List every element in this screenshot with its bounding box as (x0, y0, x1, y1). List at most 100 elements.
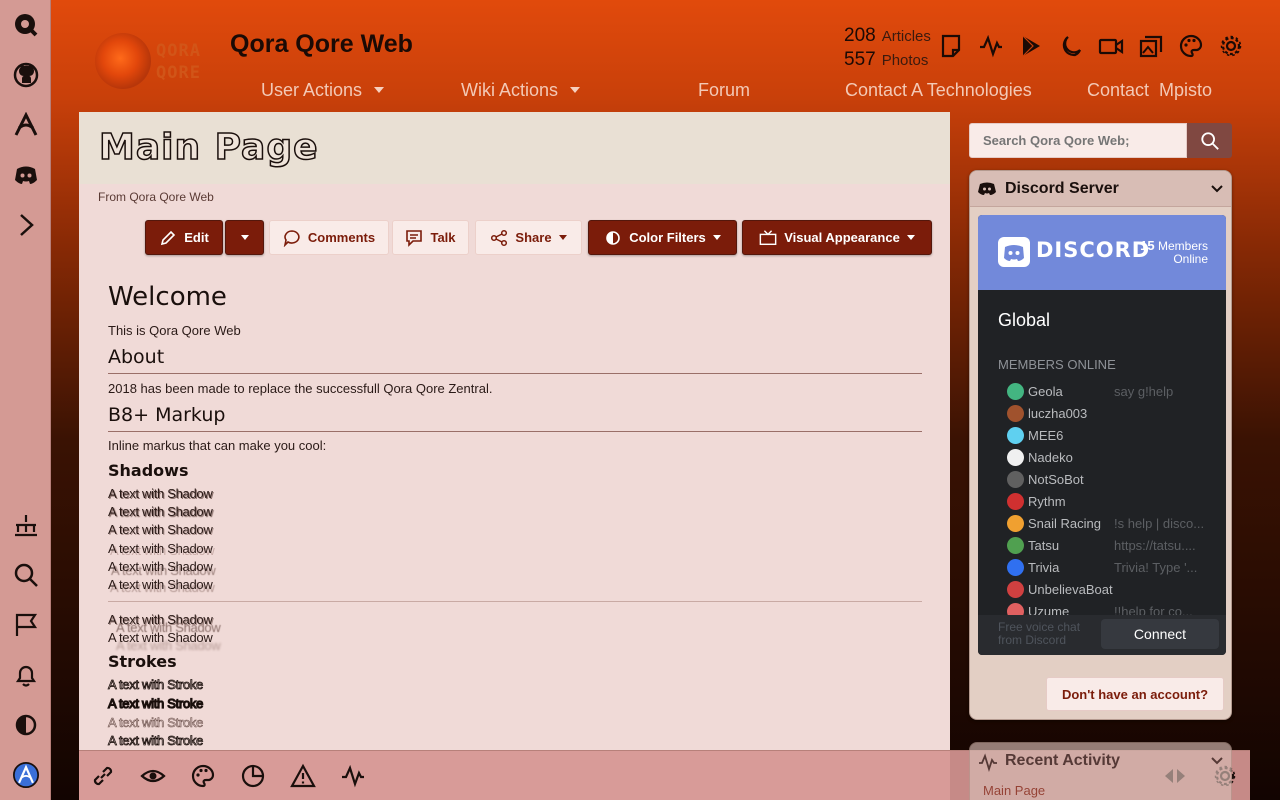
gear-icon[interactable] (1215, 30, 1247, 62)
stroke-sample: A text with Stroke (107, 695, 204, 711)
bell-icon[interactable] (0, 655, 51, 695)
nav-contact-mpisto[interactable]: Contact Mpisto (1087, 78, 1212, 102)
main-content: Main Page From Qora Qore Web Edit Commen… (79, 112, 950, 800)
activity-icon (979, 753, 997, 772)
arc-icon[interactable] (0, 105, 51, 145)
talk-button[interactable]: Talk (392, 220, 469, 255)
shadow-sample: A text with Shadow (108, 522, 213, 537)
member-avatar (1007, 580, 1024, 598)
member-row[interactable]: luczha003 (1007, 402, 1212, 424)
discord-widget: DISCORD 15 Members Online Global MEMBERS … (978, 215, 1226, 655)
member-row[interactable]: Geola say g!help (1007, 380, 1212, 402)
member-avatar (1007, 382, 1024, 400)
discord-logo-icon (998, 237, 1030, 267)
search-input[interactable] (969, 123, 1187, 158)
site-title[interactable]: Qora Qore Web (230, 30, 413, 59)
member-avatar (1007, 448, 1024, 466)
flag-icon[interactable] (0, 605, 51, 645)
member-row[interactable]: Tatsu https://tatsu.... (1007, 534, 1212, 556)
member-name: luczha003 (1028, 405, 1088, 421)
caret-down-icon (558, 235, 567, 240)
palette-icon[interactable] (1175, 30, 1207, 62)
member-status: say g!help (1114, 383, 1174, 399)
nav-label: Contact A Technologies (845, 79, 1032, 100)
create-account-button[interactable]: Don't have an account? (1046, 677, 1224, 711)
eye-icon[interactable] (140, 763, 166, 789)
member-status: Trivia! Type '... (1114, 559, 1198, 575)
comment-icon (283, 229, 300, 247)
nav-user-actions[interactable]: User Actions (261, 78, 385, 102)
member-avatar (1007, 536, 1024, 554)
github-icon[interactable] (0, 55, 51, 95)
shadow-sample: A text with Shadow (108, 630, 213, 645)
member-avatar (1007, 426, 1024, 444)
member-avatar (1007, 492, 1024, 510)
caret-down-icon (570, 87, 581, 93)
chevron-right-icon[interactable] (0, 205, 51, 245)
member-row[interactable]: UnbelievaBoat (1007, 578, 1212, 600)
shadows-heading: Shadows (108, 461, 189, 480)
guild-name: Global (998, 310, 1051, 330)
shadow-sample: A text with Shadow (108, 486, 213, 501)
left-rail (0, 0, 51, 800)
member-row[interactable]: Trivia Trivia! Type '... (1007, 556, 1212, 578)
visual-appearance-button[interactable]: Visual Appearance (742, 220, 932, 255)
discord-icon[interactable] (0, 155, 51, 195)
member-row[interactable]: Rythm (1007, 490, 1212, 512)
nav-contact-a-technologies[interactable]: Contact A Technologies (845, 78, 1032, 102)
nav-wiki-actions[interactable]: Wiki Actions (461, 78, 581, 102)
member-avatar (1007, 404, 1024, 422)
moon-icon[interactable] (1055, 30, 1087, 62)
search-button[interactable] (1187, 123, 1232, 158)
member-status: !s help | disco... (1114, 515, 1204, 531)
site-logo[interactable] (95, 33, 151, 89)
widget-banner: DISCORD 15 Members Online (978, 215, 1226, 290)
activity-icon[interactable] (340, 763, 366, 789)
member-row[interactable]: Snail Racing !s help | disco... (1007, 512, 1212, 534)
color-filters-label: Color Filters (629, 230, 706, 245)
tv-icon (759, 229, 777, 245)
member-name: MEE6 (1028, 427, 1064, 443)
palette-icon[interactable] (190, 763, 216, 789)
welcome-text: This is Qora Qore Web (108, 323, 241, 338)
gallery-icon[interactable] (1135, 30, 1167, 62)
search-icon[interactable] (0, 555, 51, 595)
member-row[interactable]: NotSoBot (1007, 468, 1212, 490)
color-filters-button[interactable]: Color Filters (588, 220, 737, 255)
discord-card-title: Discord Server (1005, 180, 1119, 197)
chart-icon[interactable] (240, 763, 266, 789)
shadow-sample: A text with Shadow (108, 577, 213, 592)
members-online-label: MEMBERS ONLINE (998, 357, 1116, 372)
articles-label: Articles (881, 28, 931, 45)
stroke-sample: A text with Stroke (108, 677, 204, 693)
comments-button[interactable]: Comments (269, 220, 389, 255)
member-row[interactable]: Nadeko (1007, 446, 1212, 468)
page-icon[interactable] (935, 30, 967, 62)
nav-label: Contact Mpisto (1087, 79, 1213, 100)
contrast-icon[interactable] (0, 705, 51, 745)
qora-icon[interactable] (0, 5, 51, 45)
search-icon (1200, 131, 1219, 150)
edit-button[interactable]: Edit (145, 220, 223, 255)
video-icon[interactable] (1095, 30, 1127, 62)
shadow-sample: A text with Shadow (108, 504, 213, 519)
avatar-icon[interactable] (0, 755, 51, 795)
talk-icon (406, 229, 423, 247)
visual-appearance-label: Visual Appearance (784, 230, 900, 245)
connect-button[interactable]: Connect (1101, 619, 1219, 649)
member-name: Geola (1028, 383, 1063, 399)
caret-down-icon (712, 235, 721, 240)
edit-dropdown-button[interactable] (225, 220, 264, 255)
talk-label: Talk (430, 230, 456, 245)
nav-forum[interactable]: Forum (698, 78, 750, 102)
member-row[interactable]: MEE6 (1007, 424, 1212, 446)
warning-icon[interactable] (290, 763, 316, 789)
link-icon[interactable] (90, 763, 116, 789)
discord-card-header[interactable]: Discord Server (970, 171, 1231, 207)
sitemap-icon[interactable] (0, 505, 51, 545)
recent-activity-item[interactable]: Main Page (983, 783, 1045, 798)
markup-text: Inline markus that can make you cool: (108, 438, 327, 453)
play-store-icon[interactable] (1015, 30, 1047, 62)
share-button[interactable]: Share (475, 220, 582, 255)
activity-icon[interactable] (975, 30, 1007, 62)
